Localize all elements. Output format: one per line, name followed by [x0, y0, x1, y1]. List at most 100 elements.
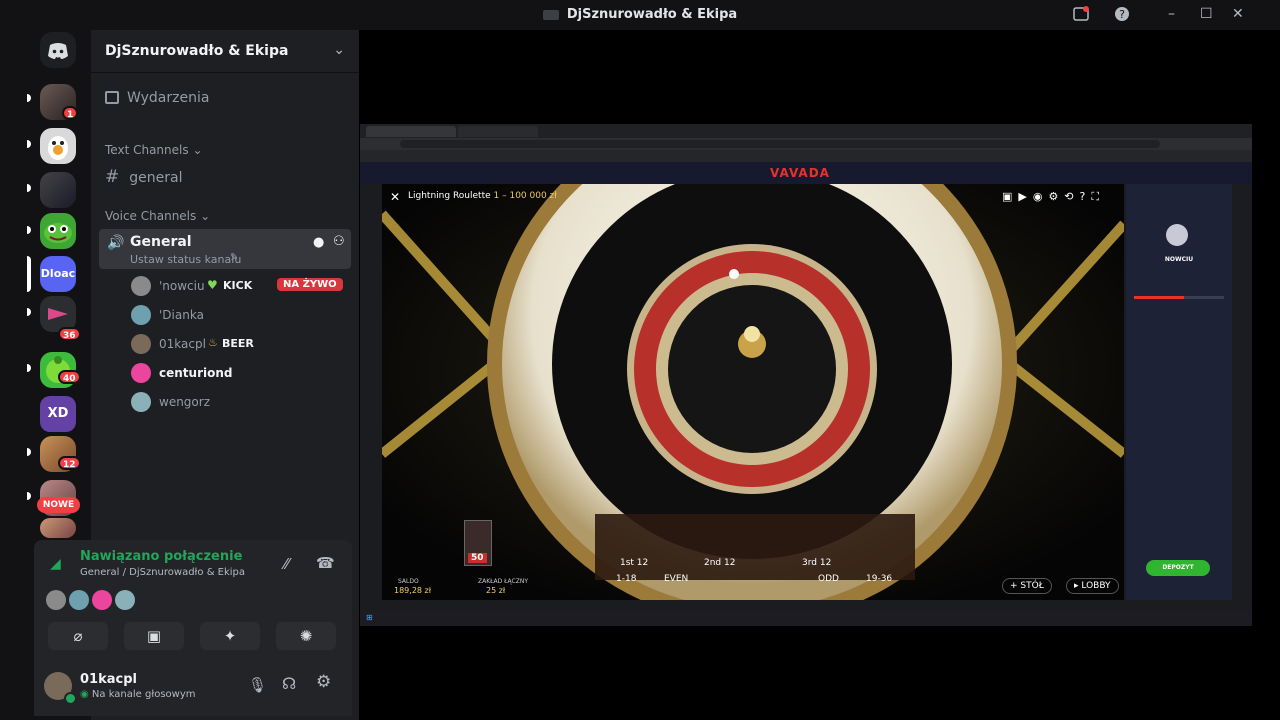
bookmarks-bar: [360, 150, 1252, 162]
stol-button[interactable]: + STÓŁ: [1002, 578, 1052, 594]
soundboard-button[interactable]: ✺: [276, 622, 336, 650]
windows-start-icon: ⊞: [366, 613, 373, 622]
noise-suppression-icon[interactable]: ⁄⁄: [284, 555, 289, 573]
text-channels-category[interactable]: Text Channels ⌄: [105, 143, 203, 157]
avatar: [131, 363, 151, 383]
maximize-button[interactable]: ☐: [1200, 6, 1213, 22]
server-name: DjSznurowadło & Ekipa: [105, 43, 289, 59]
channel-general-text[interactable]: # general: [105, 167, 182, 187]
bet-odd[interactable]: ODD: [818, 574, 839, 584]
title-bar: DjSznurowadło & Ekipa ? – ☐ ✕: [0, 0, 1280, 30]
discord-home-button[interactable]: [40, 32, 76, 68]
heart-icon: ♥: [207, 278, 218, 292]
disconnect-icon[interactable]: ☎: [316, 554, 335, 572]
close-button[interactable]: ✕: [1232, 6, 1244, 22]
camera-off-button[interactable]: ⌀: [48, 622, 108, 650]
avatar[interactable]: [46, 590, 66, 610]
browser-tab: [366, 126, 456, 137]
gear-icon[interactable]: ⚙: [316, 672, 331, 692]
connection-status[interactable]: Nawiązano połączenie: [80, 549, 242, 564]
chevron-down-icon: ⌄: [200, 209, 211, 223]
dozen-1[interactable]: 1st 12: [620, 558, 648, 568]
svg-text:?: ?: [1119, 8, 1125, 21]
lobby-button[interactable]: ▸ LOBBY: [1066, 578, 1119, 594]
chip-value[interactable]: 50: [468, 553, 487, 563]
server-icon-xd[interactable]: XD: [40, 396, 76, 432]
voice-channels-category[interactable]: Voice Channels ⌄: [105, 209, 210, 223]
bet-19-36[interactable]: 19-36: [866, 574, 892, 584]
chat-icon[interactable]: ●: [313, 235, 324, 250]
events-item[interactable]: Wydarzenia: [105, 90, 209, 106]
avatar: [131, 392, 151, 412]
roulette-game: ✕ Lightning Roulette 1 – 100 000 zł ▣▶◉⚙…: [382, 184, 1124, 600]
calendar-icon: [105, 91, 119, 104]
avatar: [131, 305, 151, 325]
user-status: ◉ Na kanale głosowym: [80, 689, 196, 700]
inbox-icon[interactable]: [1073, 6, 1089, 26]
invite-icon[interactable]: ⚇: [333, 234, 345, 249]
help-icon[interactable]: ?: [1114, 6, 1130, 26]
dozen-2[interactable]: 2nd 12: [704, 558, 735, 568]
deposit-button[interactable]: DEPOZYT: [1146, 560, 1210, 576]
browser-tab-bar: [360, 124, 1252, 138]
server-icon-11[interactable]: [40, 518, 76, 538]
balance-value: 189,28 zł: [394, 586, 432, 595]
new-badge[interactable]: NOWE: [37, 497, 80, 513]
server-header[interactable]: DjSznurowadło & Ekipa ⌄: [91, 30, 359, 73]
activity-button[interactable]: ✦: [200, 622, 260, 650]
server-icon-dloac[interactable]: Dloac: [40, 256, 76, 292]
chevron-down-icon: ⌄: [192, 143, 203, 157]
dozen-3[interactable]: 3rd 12: [802, 558, 831, 568]
bet-even[interactable]: EVEN: [664, 574, 688, 584]
user-tag: BEER: [222, 337, 254, 350]
beer-icon: ♨: [208, 336, 218, 349]
balance-label: SALDO: [398, 578, 419, 585]
avatar[interactable]: [92, 590, 112, 610]
username[interactable]: 01kacpl: [80, 672, 137, 687]
server-icon-2[interactable]: [40, 128, 76, 164]
progress-bar: [1134, 296, 1224, 299]
user-tag: KICK: [223, 279, 253, 292]
server-icon-4[interactable]: [40, 213, 76, 249]
pencil-icon: ✎: [230, 252, 239, 263]
game-toolbar[interactable]: ▣▶◉⚙⟲?⛶: [1002, 190, 1105, 204]
screen-share-button[interactable]: ▣: [124, 622, 184, 650]
avatar[interactable]: [115, 590, 135, 610]
server-icon-3[interactable]: [40, 172, 76, 208]
connection-location[interactable]: General / DjSznurowadło & Ekipa: [80, 567, 245, 578]
stream-video[interactable]: VAVADA ✕ Lightning Roulette 1 – 100 000 …: [360, 124, 1252, 626]
casino-logo: VAVADA: [770, 166, 830, 180]
voice-channel-general[interactable]: 🔊 General Ustaw status kanału ✎ ● ⚇: [99, 229, 351, 269]
mention-badge: 12: [58, 456, 81, 470]
bet-1-18[interactable]: 1-18: [616, 574, 636, 584]
mention-badge: 36: [58, 327, 81, 341]
avatar: [131, 334, 151, 354]
roulette-scene: [382, 184, 1124, 600]
bet-value: 25 zł: [486, 586, 506, 595]
profile-avatar[interactable]: [1166, 224, 1188, 246]
bet-label: ZAKŁAD ŁĄCZNY: [478, 578, 528, 585]
live-badge[interactable]: NA ŻYWO: [277, 278, 343, 291]
game-title: Lightning Roulette 1 – 100 000 zł: [408, 191, 557, 201]
casino-side-panel: NOWCIU DEPOZYT: [1126, 184, 1232, 600]
headphones-icon[interactable]: ☊: [282, 674, 296, 693]
os-taskbar: ⊞: [360, 610, 1252, 626]
browser-url-bar: [360, 138, 1252, 150]
chevron-down-icon[interactable]: ⌄: [333, 42, 345, 58]
avatar[interactable]: [69, 590, 89, 610]
close-game-icon[interactable]: ✕: [390, 190, 400, 204]
signal-icon: ◢: [50, 556, 61, 572]
microphone-icon[interactable]: 🎙: [248, 676, 267, 694]
selected-pill: [27, 256, 31, 292]
mention-badge: 40: [58, 370, 81, 384]
browser-tab: [458, 126, 538, 137]
profile-name: NOWCIU: [1164, 256, 1194, 263]
participant-avatars: [46, 590, 135, 614]
avatar: [131, 276, 151, 296]
voice-status[interactable]: Ustaw status kanału: [130, 253, 241, 266]
hash-icon: #: [105, 167, 120, 187]
mention-badge: 1: [62, 106, 79, 120]
voice-connection-panel: ◢ Nawiązano połączenie General / DjSznur…: [34, 540, 352, 656]
voice-channel-name: General: [130, 234, 192, 250]
minimize-button[interactable]: –: [1168, 6, 1175, 22]
